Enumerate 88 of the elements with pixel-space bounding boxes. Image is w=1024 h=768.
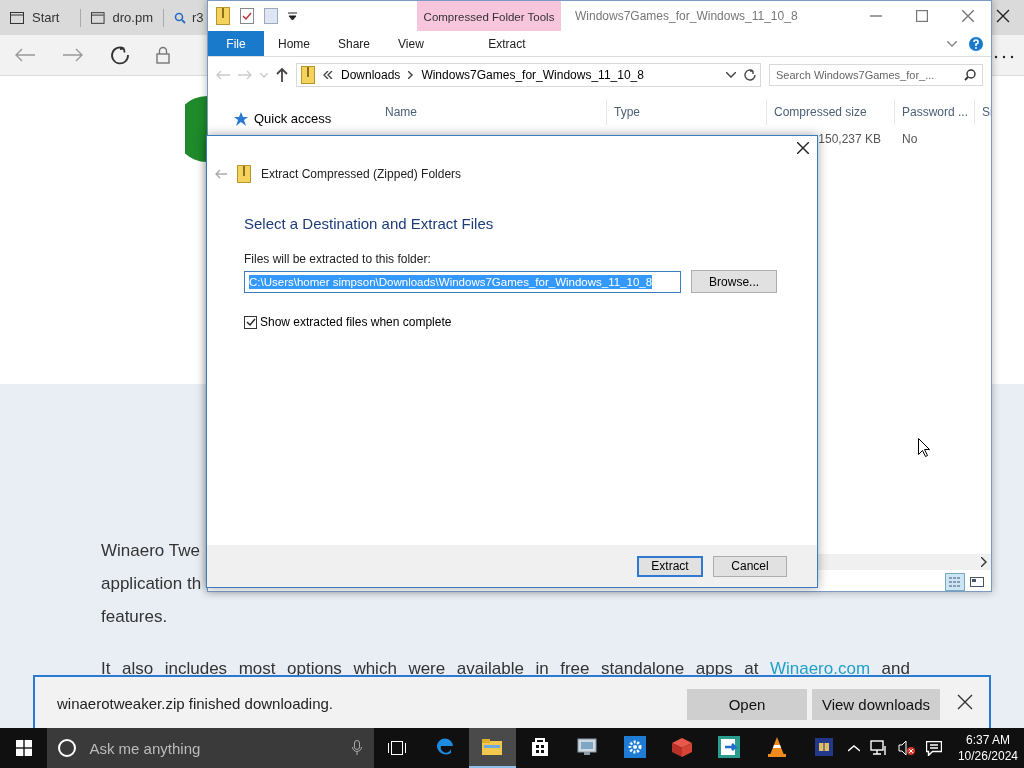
browser-tab[interactable]: Start	[0, 8, 81, 27]
ribbon-tab[interactable]: Home	[264, 31, 324, 56]
nav-item[interactable]: Quick access	[234, 111, 378, 126]
column-header[interactable]: Compressed size	[767, 99, 895, 125]
paragraph-line: features.	[101, 606, 168, 628]
zip-folder-icon	[216, 7, 230, 25]
lock-icon[interactable]	[156, 46, 170, 64]
star-icon	[234, 111, 248, 126]
windows-logo-icon[interactable]	[15, 740, 32, 756]
taskbar-app[interactable]	[468, 728, 516, 768]
circle-icon[interactable]	[57, 738, 78, 758]
search-field[interactable]: Search Windows7Games_for_...	[769, 64, 983, 86]
breadcrumb-item[interactable]: Windows7Games_for_Windows_11_10_8	[421, 68, 644, 82]
microphone-icon[interactable]	[351, 740, 362, 756]
properties-icon[interactable]	[240, 8, 254, 24]
table-cell: No	[902, 132, 918, 146]
paragraph-line: Winaero Twe	[101, 540, 200, 562]
file-tab[interactable]: File	[208, 31, 264, 56]
monitor-icon	[577, 738, 597, 755]
taskbar-search-field[interactable]: Ask me anything	[87, 738, 342, 758]
context-tab-header: Compressed Folder Tools	[417, 1, 561, 31]
column-header[interactable]: Si	[975, 99, 991, 125]
arrow-box-icon	[718, 736, 741, 758]
dialog-button[interactable]: Cancel	[713, 555, 787, 577]
search-icon	[174, 11, 186, 24]
expand-ribbon-icon[interactable]	[947, 40, 957, 47]
nav-label: Quick access	[254, 111, 332, 126]
refresh-icon[interactable]	[744, 69, 756, 81]
page-icon	[10, 11, 24, 24]
ribbon-tab[interactable]: View	[384, 31, 438, 56]
book-icon	[815, 738, 834, 756]
chevron-icon[interactable]	[408, 71, 414, 79]
muted-speaker-icon[interactable]	[897, 740, 916, 756]
dropdown-icon[interactable]	[288, 12, 297, 20]
traffic-cone-icon	[767, 737, 786, 757]
forward-icon[interactable]	[62, 47, 84, 63]
dialog-heading: Select a Destination and Extract Files	[244, 215, 495, 232]
chevron-up-icon[interactable]	[847, 744, 860, 752]
settings-icon	[623, 736, 646, 758]
up-arrow-icon[interactable]	[276, 68, 288, 82]
maximize-icon[interactable]	[916, 10, 928, 22]
clock[interactable]: 6:37 AM 10/26/2024	[957, 732, 1018, 764]
close-icon[interactable]	[957, 693, 973, 710]
shopping-bag-icon	[531, 738, 548, 756]
paragraph-line: application th	[101, 573, 202, 595]
page-icon	[91, 11, 105, 24]
table-cell: 150,237 KB	[818, 132, 881, 146]
folder-icon	[482, 739, 503, 755]
address-bar[interactable]: Downloads Windows7Games_for_Windows_11_10_8	[296, 63, 761, 87]
window-title: Windows7Games_for_Windows_11_10_8	[574, 8, 799, 25]
dialog-button[interactable]: Extract	[637, 555, 703, 577]
help-icon[interactable]	[969, 36, 983, 51]
download-button[interactable]: Open	[687, 688, 807, 720]
column-header[interactable]: Name	[378, 99, 607, 125]
chevrons-icon[interactable]	[323, 71, 333, 79]
browse-button[interactable]: Browse...	[691, 270, 777, 293]
column-header[interactable]: Type	[607, 99, 767, 125]
download-button[interactable]: View downloads	[812, 688, 940, 720]
circle-logo-icon	[185, 96, 207, 162]
browser-e-icon	[436, 738, 453, 755]
field-label: Files will be extracted to this folder:	[244, 252, 432, 266]
back-icon[interactable]	[14, 47, 36, 63]
taskbar-search-box[interactable]: Ask me anything	[47, 728, 374, 768]
task-view-icon[interactable]	[388, 741, 407, 755]
ribbon-tab[interactable]: Share	[324, 31, 385, 56]
browser-tab[interactable]: r3	[164, 8, 204, 27]
close-icon[interactable]	[797, 142, 809, 154]
cube-icon	[671, 738, 692, 757]
dropdown-icon[interactable]	[726, 72, 736, 78]
browser-tab[interactable]: dro.pm	[81, 8, 164, 27]
mouse-cursor-icon	[918, 438, 930, 458]
check-icon	[245, 317, 256, 327]
ribbon-tab[interactable]: Extract	[437, 31, 576, 56]
close-icon[interactable]	[996, 9, 1010, 23]
dialog-title: Extract Compressed (Zipped) Folders	[261, 167, 462, 181]
checkbox-label[interactable]: Show extracted files when complete	[260, 315, 452, 329]
refresh-icon[interactable]	[110, 45, 130, 65]
breadcrumb-item[interactable]: Downloads	[341, 68, 401, 82]
notifications-icon[interactable]	[925, 740, 942, 756]
more-icon[interactable]	[994, 55, 1014, 59]
zip-folder-icon	[237, 165, 251, 183]
search-icon[interactable]	[964, 69, 976, 81]
zip-folder-icon	[301, 66, 315, 84]
network-icon[interactable]	[869, 740, 888, 756]
checkbox[interactable]	[244, 315, 257, 329]
column-header[interactable]: Password ...	[895, 99, 975, 125]
scroll-right-icon[interactable]	[981, 557, 987, 567]
download-message: winaerotweaker.zip finished downloading.	[57, 694, 334, 712]
